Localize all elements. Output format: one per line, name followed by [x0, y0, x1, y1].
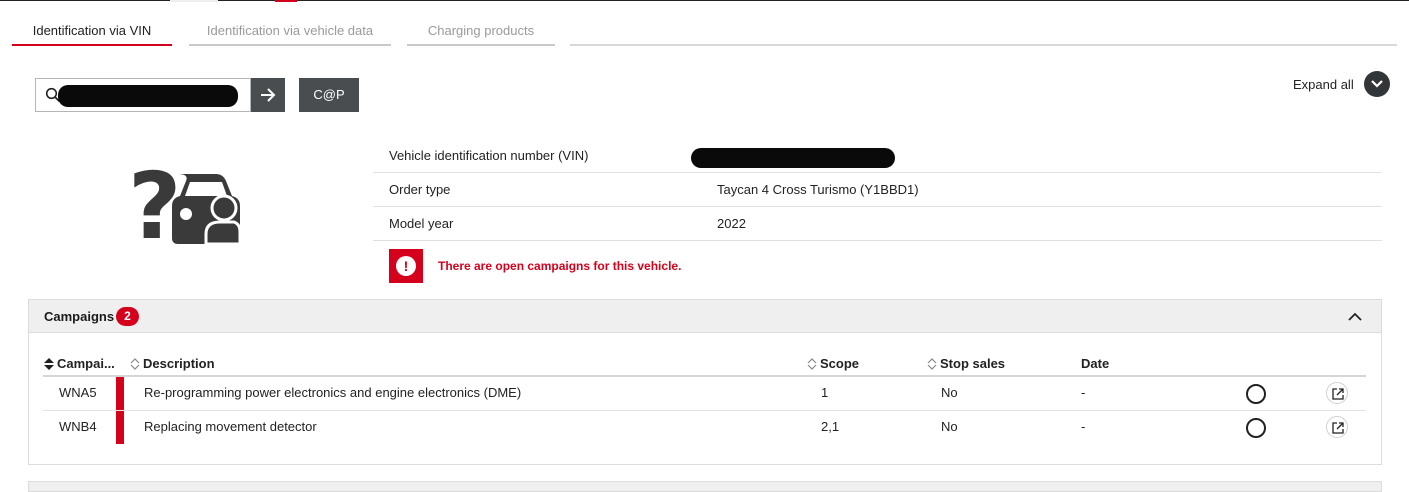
tab-bar-underline — [570, 44, 1397, 46]
sort-icon — [44, 358, 54, 370]
chevron-up-icon[interactable] — [1347, 311, 1363, 322]
tab-identification-via-vin[interactable]: Identification via VIN — [12, 18, 172, 46]
open-external-button[interactable] — [1326, 416, 1348, 438]
column-header-stop-sales-label: Stop sales — [940, 356, 1006, 371]
campaign-code: WNB4 — [59, 419, 97, 434]
campaigns-title: Campaigns — [44, 309, 115, 324]
campaign-select-radio[interactable] — [1246, 418, 1266, 438]
vin-label: Vehicle identification number (VIN) — [389, 148, 589, 163]
top-border — [0, 0, 1409, 2]
tab-bar: Identification via VIN Identification vi… — [12, 18, 1397, 46]
campaign-description: Replacing movement detector — [144, 419, 317, 434]
expand-all-button[interactable]: Expand all — [1293, 71, 1390, 97]
unknown-car-icon: ? — [128, 153, 242, 246]
campaigns-count-badge: 2 — [116, 307, 139, 326]
header-divider — [43, 375, 1366, 377]
order-type-label: Order type — [389, 182, 451, 197]
column-header-scope-label: Scope — [820, 356, 860, 371]
alert-message: There are open campaigns for this vehicl… — [438, 259, 682, 273]
campaign-status-bar — [116, 411, 124, 444]
sort-icon — [927, 358, 937, 370]
row-divider — [43, 410, 1366, 411]
model-year-row: Model year 2022 — [373, 207, 1382, 241]
open-campaigns-alert: ! There are open campaigns for this vehi… — [389, 249, 681, 283]
column-header-stop-sales[interactable]: Stop sales — [927, 356, 1005, 372]
cap-button[interactable]: C@P — [299, 78, 359, 112]
redacted-vin-value — [691, 148, 895, 168]
redacted-vin-input — [58, 85, 238, 107]
search-submit-button[interactable] — [251, 78, 285, 112]
column-header-scope[interactable]: Scope — [807, 356, 859, 372]
tab-charging-products[interactable]: Charging products — [407, 18, 555, 46]
model-year-value: 2022 — [717, 216, 746, 231]
tab-identification-via-vehicle-data[interactable]: Identification via vehicle data — [189, 18, 391, 46]
campaign-stop-sales: No — [941, 419, 958, 434]
arrow-right-icon — [261, 88, 276, 102]
campaign-stop-sales: No — [941, 385, 958, 400]
column-header-campaign-label: Campai... — [57, 356, 115, 371]
campaign-date: - — [1081, 419, 1086, 434]
campaign-date: - — [1081, 385, 1086, 400]
expand-all-label: Expand all — [1293, 76, 1354, 92]
campaign-scope: 1 — [821, 385, 829, 400]
chevron-down-icon — [1363, 71, 1390, 97]
column-header-description-label: Description — [143, 356, 215, 371]
column-header-campaign[interactable]: Campai... — [44, 356, 115, 372]
order-type-row: Order type Taycan 4 Cross Turismo (Y1BBD… — [373, 173, 1382, 207]
model-year-label: Model year — [389, 216, 454, 231]
campaign-select-radio[interactable] — [1246, 384, 1266, 404]
next-panel-header[interactable] — [28, 481, 1382, 492]
campaign-description: Re-programming power electronics and eng… — [144, 385, 522, 400]
campaign-status-bar — [116, 377, 124, 410]
order-type-value: Taycan 4 Cross Turismo (Y1BBD1) — [717, 182, 919, 197]
external-link-icon — [1332, 388, 1344, 400]
top-accent-marker — [275, 0, 297, 2]
vin-row: Vehicle identification number (VIN) — [373, 139, 1382, 173]
vin-search-field[interactable] — [35, 78, 251, 112]
sort-icon — [807, 358, 817, 370]
top-marker — [170, 0, 218, 2]
sort-icon — [130, 358, 140, 370]
column-header-date-label: Date — [1081, 356, 1110, 371]
campaigns-panel-header[interactable]: Campaigns 2 — [29, 300, 1381, 333]
exclamation-icon: ! — [389, 249, 423, 283]
campaign-code: WNA5 — [59, 385, 97, 400]
campaign-scope: 2,1 — [821, 419, 840, 434]
column-header-description[interactable]: Description — [130, 356, 215, 372]
external-link-icon — [1332, 422, 1344, 434]
open-external-button[interactable] — [1326, 382, 1348, 404]
campaigns-panel: Campaigns 2 — [28, 299, 1382, 465]
column-header-date: Date — [1081, 356, 1109, 372]
